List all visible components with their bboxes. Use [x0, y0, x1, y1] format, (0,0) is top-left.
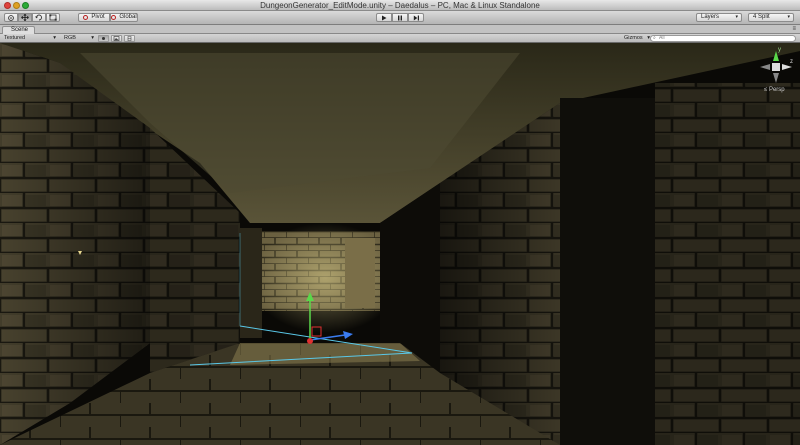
chevron-down-icon: ▾: [787, 14, 790, 20]
dungeon-corridor-render: [0, 43, 800, 445]
rotate-tool-button[interactable]: [32, 13, 46, 22]
chevron-down-icon: ▾: [735, 14, 738, 20]
window-title-bar: DungeonGenerator_EditMode.unity – Daedal…: [0, 0, 800, 11]
render-mode-dropdown[interactable]: Textured ▾: [4, 35, 56, 42]
pivot-icon: [83, 15, 89, 20]
scene-view-toolbar: Textured ▾ RGB ▾ Gizmos ▾ ⌕ All: [0, 34, 800, 43]
pause-icon: [398, 15, 402, 20]
gizmo-center: [307, 338, 313, 344]
image-icon: [113, 36, 120, 41]
gizmos-label: Gizmos: [624, 35, 643, 41]
play-icon: [382, 15, 387, 20]
scene-lighting-button[interactable]: [111, 35, 122, 42]
global-toggle-button[interactable]: Global: [110, 13, 138, 22]
search-icon: ⌕: [653, 35, 656, 41]
panel-menu-icon[interactable]: ≡: [792, 26, 796, 33]
rotate-icon: [35, 14, 42, 21]
window-title: DungeonGenerator_EditMode.unity – Daedal…: [260, 1, 540, 10]
pivot-label: Pivot: [91, 14, 105, 20]
layout-label: 4 Split: [753, 14, 770, 20]
color-mode-dropdown[interactable]: RGB ▾: [64, 35, 94, 42]
scene-tab-bar: Scene ≡: [0, 25, 800, 34]
color-mode-label: RGB: [64, 35, 76, 41]
global-label: Global: [119, 14, 137, 20]
projection-toggle[interactable]: ≤ Persp: [764, 87, 785, 93]
gizmo-z-label: z: [790, 59, 793, 65]
scene-search-input[interactable]: ⌕ All: [650, 35, 796, 42]
persp-icon: ≤: [764, 87, 768, 93]
hand-tool-button[interactable]: [4, 13, 18, 22]
move-tool-button[interactable]: [18, 13, 32, 22]
scale-tool-button[interactable]: [46, 13, 60, 22]
scale-icon: [49, 14, 57, 21]
effects-icon: [127, 36, 132, 41]
scene-fx-button[interactable]: [124, 35, 135, 42]
far-left-pillar: [240, 228, 262, 338]
pivot-toggle-button[interactable]: Pivot: [78, 13, 110, 22]
render-mode-label: Textured: [4, 35, 26, 41]
step-button[interactable]: [408, 13, 424, 22]
layers-label: Layers: [701, 14, 720, 20]
layers-dropdown[interactable]: Layers ▾: [696, 13, 742, 22]
right-far-wall-shade: [655, 83, 800, 445]
scene-tab-label: Scene: [11, 27, 29, 33]
pause-button[interactable]: [392, 13, 408, 22]
projection-label: Persp: [768, 87, 785, 93]
right-dark-pillar: [560, 98, 655, 445]
axis-gizmo-icon: [760, 51, 792, 83]
main-toolbar: Pivot Global Layers ▾ 4 Split ▾: [0, 11, 800, 25]
search-placeholder: All: [659, 35, 665, 41]
chevron-down-icon: ▾: [91, 35, 94, 41]
far-right-pillar: [345, 238, 375, 308]
gizmos-dropdown[interactable]: Gizmos ▾: [624, 35, 650, 42]
chevron-down-icon: ▾: [53, 35, 56, 41]
layout-dropdown[interactable]: 4 Split ▾: [748, 13, 794, 22]
orientation-gizmo[interactable]: y z: [756, 47, 796, 87]
2d-toggle-button[interactable]: [98, 35, 109, 42]
far-light-glow: [250, 223, 400, 333]
step-icon: [413, 15, 419, 20]
globe-icon: [111, 15, 117, 20]
move-arrows-icon: [21, 14, 29, 21]
scene-viewport[interactable]: y z ≤ Persp: [0, 43, 800, 445]
gizmo-y-label: y: [778, 47, 781, 53]
play-button[interactable]: [376, 13, 392, 22]
hand-icon: [8, 14, 14, 21]
tab-scene[interactable]: Scene: [2, 26, 36, 34]
sun-icon: [102, 37, 105, 40]
